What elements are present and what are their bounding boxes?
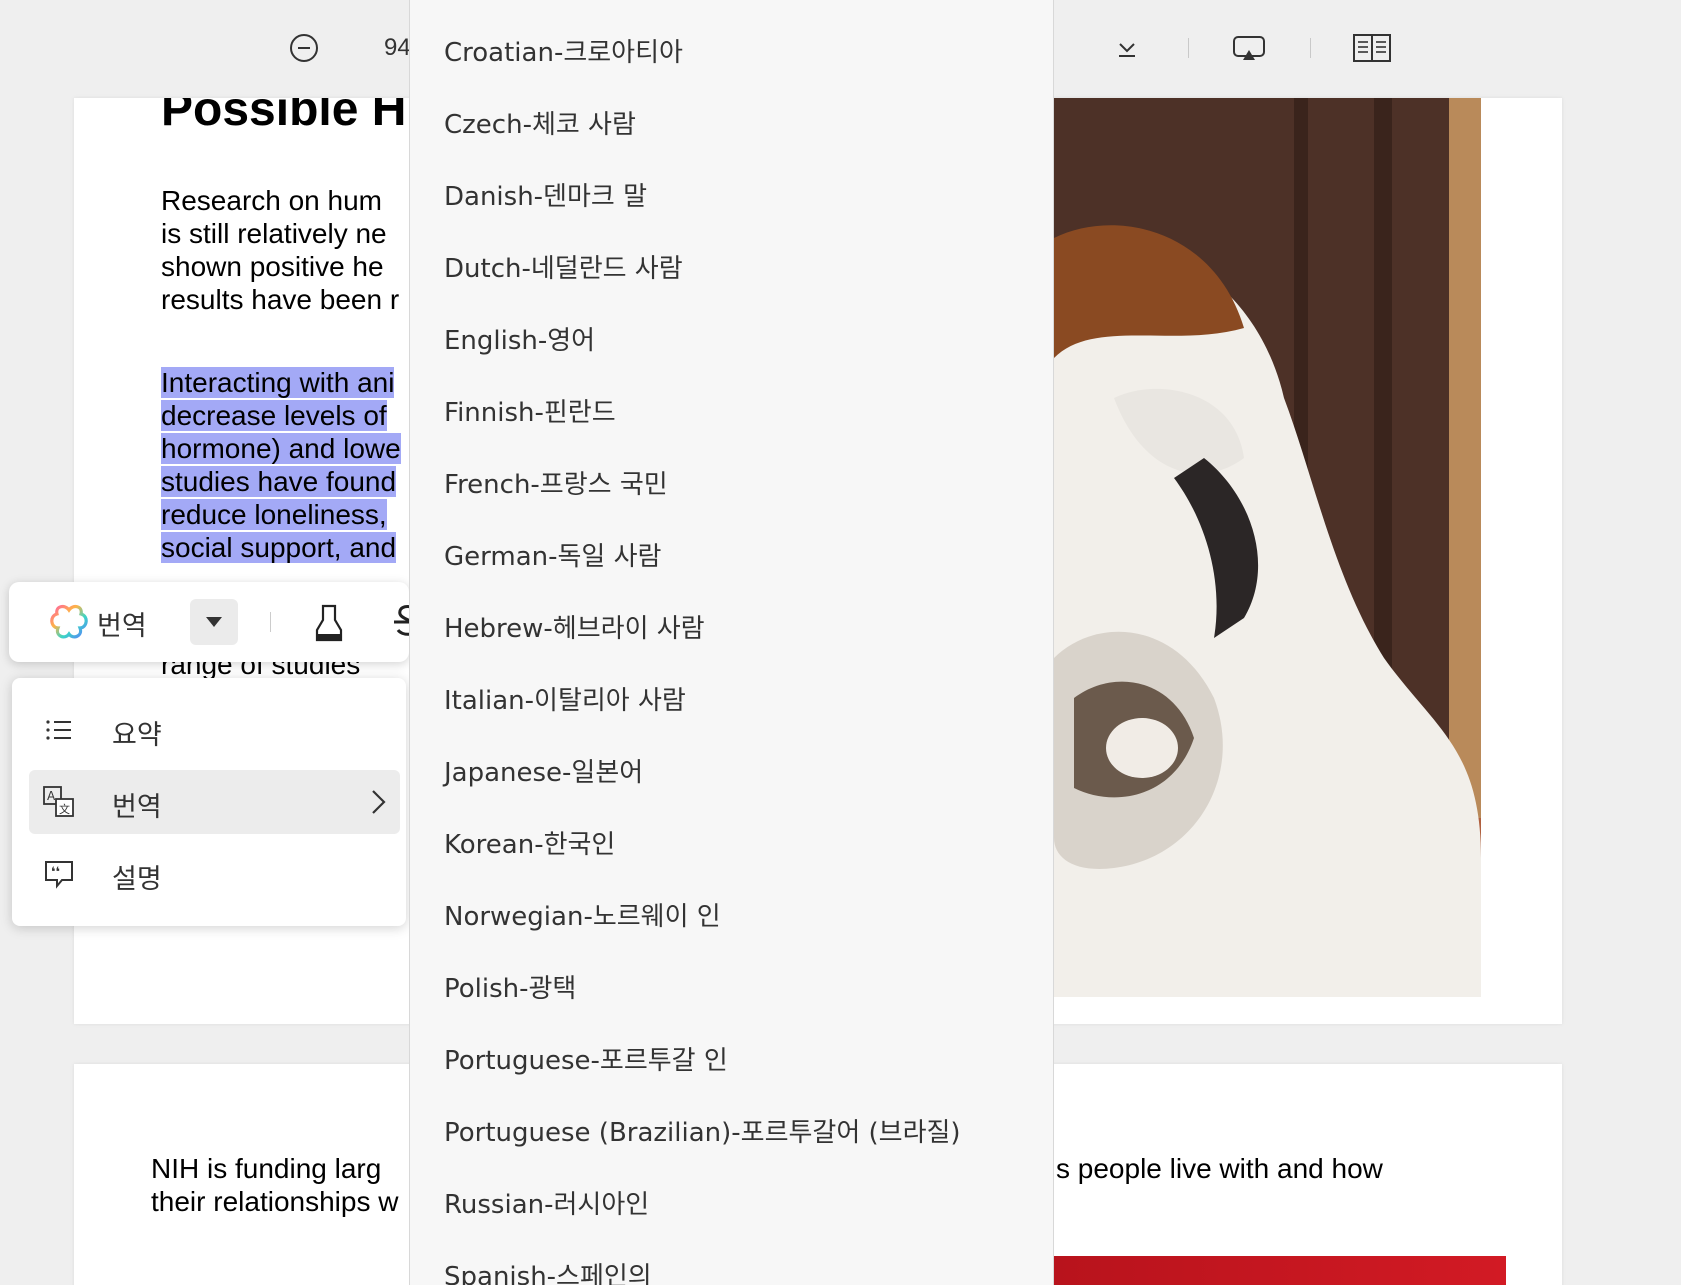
- language-option[interactable]: Russian-러시아인: [444, 1184, 649, 1221]
- ai-dropdown-button[interactable]: [190, 599, 238, 645]
- language-option[interactable]: Spanish-스페인의: [444, 1256, 652, 1285]
- highlighter-icon[interactable]: [311, 600, 347, 644]
- language-option[interactable]: Czech-체코 사람: [444, 104, 636, 141]
- highlighted-text: Interacting with ani: [161, 367, 395, 398]
- language-option[interactable]: Norwegian-노르웨이 인: [444, 896, 721, 933]
- language-option[interactable]: Korean-한국인: [444, 824, 615, 861]
- language-option[interactable]: Croatian-크로아티아: [444, 32, 683, 69]
- language-option[interactable]: Portuguese (Brazilian)-포르투갈어 (브라질): [444, 1112, 961, 1149]
- highlighted-text: hormone) and lowe: [161, 433, 401, 464]
- svg-text:文: 文: [59, 802, 70, 816]
- language-option[interactable]: Hebrew-헤브라이 사람: [444, 608, 705, 645]
- paragraph-1[interactable]: Research on hum is still relatively ne s…: [161, 184, 399, 316]
- page2-text-left[interactable]: NIH is funding larg their relationships …: [151, 1152, 398, 1218]
- menu-item-explain[interactable]: ❛❛ 설명: [29, 842, 400, 906]
- toolbar-divider: [1310, 38, 1311, 58]
- highlighted-text: studies have found: [161, 466, 397, 497]
- language-option[interactable]: English-영어: [444, 320, 595, 357]
- zoom-level[interactable]: 94: [384, 34, 411, 62]
- ai-context-menu: 요약 A文 번역 ❛❛ 설명: [12, 678, 406, 926]
- text-line: their relationships w: [151, 1186, 399, 1217]
- dog-and-cat-photo: [1054, 98, 1481, 997]
- text-line: NIH is funding larg: [151, 1153, 382, 1184]
- text-line: shown positive he: [161, 251, 384, 282]
- highlighted-text: social support, and: [161, 532, 397, 563]
- section-heading: Possible H: [161, 98, 407, 136]
- text-line: Research on hum: [161, 185, 383, 216]
- language-option[interactable]: Dutch-네덜란드 사람: [444, 248, 683, 285]
- ai-action-label[interactable]: 번역: [97, 604, 147, 643]
- selected-paragraph[interactable]: Interacting with ani decrease levels of …: [161, 366, 401, 564]
- ai-flower-icon[interactable]: [49, 602, 89, 642]
- menu-item-summary[interactable]: 요약: [29, 698, 400, 762]
- list-icon: [43, 714, 75, 746]
- menu-item-label: 요약: [112, 720, 162, 751]
- text-line: results have been r: [161, 284, 400, 315]
- explain-icon: ❛❛: [43, 858, 75, 890]
- menu-item-translate[interactable]: A文 번역: [29, 770, 400, 834]
- menu-item-label: 번역: [112, 792, 162, 823]
- chevron-right-icon: [366, 788, 390, 816]
- page2-photo: [1054, 1256, 1506, 1285]
- present-screen-icon[interactable]: [1229, 28, 1269, 68]
- language-option[interactable]: German-독일 사람: [444, 536, 661, 573]
- language-option[interactable]: Italian-이탈리아 사람: [444, 680, 686, 717]
- language-option[interactable]: Polish-광택: [444, 968, 576, 1005]
- strikethrough-icon[interactable]: [394, 600, 409, 644]
- page2-text-right[interactable]: s people live with and how: [1056, 1152, 1383, 1185]
- download-icon[interactable]: [1107, 28, 1147, 68]
- translate-icon: A文: [43, 786, 75, 818]
- language-option[interactable]: Danish-덴마크 말: [444, 176, 647, 213]
- language-option[interactable]: Finnish-핀란드: [444, 392, 616, 429]
- highlighted-text: decrease levels of: [161, 400, 387, 431]
- caret-down-icon: [206, 617, 222, 627]
- zoom-out-icon[interactable]: [284, 28, 324, 68]
- language-option[interactable]: French-프랑스 국민: [444, 464, 668, 501]
- translate-language-list[interactable]: Croatian-크로아티아 Czech-체코 사람 Danish-덴마크 말 …: [409, 0, 1054, 1285]
- toolbar-divider: [1188, 38, 1189, 58]
- svg-text:❛❛: ❛❛: [51, 865, 60, 880]
- text-line: is still relatively ne: [161, 218, 387, 249]
- language-option[interactable]: Portuguese-포르투갈 인: [444, 1040, 728, 1077]
- svg-text:A: A: [47, 789, 56, 803]
- language-option[interactable]: Japanese-일본어: [444, 752, 643, 789]
- reading-mode-icon[interactable]: [1352, 28, 1392, 68]
- action-bar-divider: [270, 612, 271, 632]
- menu-item-label: 설명: [112, 864, 162, 895]
- selection-action-bar: 번역: [9, 582, 409, 662]
- highlighted-text: reduce loneliness,: [161, 499, 387, 530]
